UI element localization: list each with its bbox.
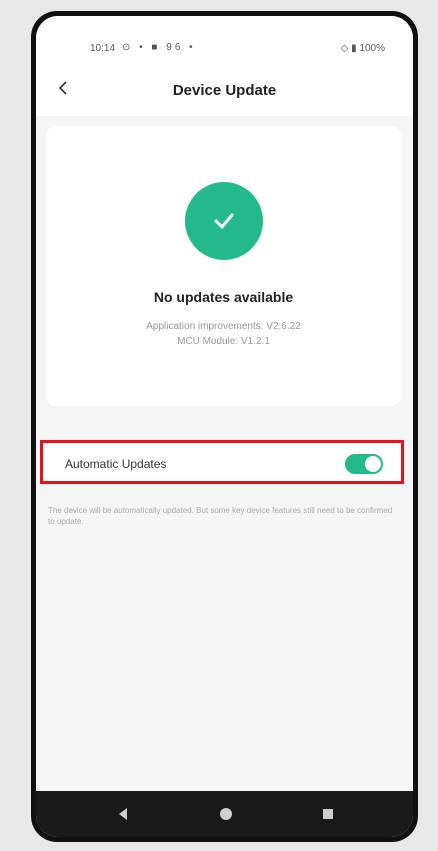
checkmark-icon bbox=[214, 213, 234, 229]
circle-home-icon bbox=[220, 808, 232, 820]
system-back-button[interactable] bbox=[114, 805, 132, 823]
wifi-icon: ◇ bbox=[340, 43, 349, 54]
status-bar: 10:14 ⊙ • ■ 96 • ◇ ▮ 100% bbox=[36, 16, 413, 76]
toggle-knob bbox=[365, 456, 381, 472]
update-status-card: No updates available Application improve… bbox=[46, 126, 401, 406]
system-home-button[interactable] bbox=[217, 805, 235, 823]
page-title: Device Update bbox=[172, 82, 277, 99]
automatic-updates-toggle[interactable] bbox=[345, 454, 383, 474]
update-status-title: No updates available bbox=[153, 289, 294, 305]
screen: 10:14 ⊙ • ■ 96 • ◇ ▮ 100% Device Update bbox=[36, 16, 413, 837]
status-battery: ◇ ▮ 100% bbox=[341, 43, 385, 54]
battery-icon: ▮ bbox=[351, 43, 357, 54]
top-nav-bar: Device Update bbox=[36, 68, 413, 116]
system-recent-button[interactable] bbox=[319, 805, 337, 823]
check-circle-icon bbox=[185, 182, 263, 260]
automatic-updates-note: The device will be automatically updated… bbox=[48, 506, 393, 526]
status-time: 10:14 bbox=[90, 43, 116, 54]
phone-frame: 10:14 ⊙ • ■ 96 • ◇ ▮ 100% Device Update bbox=[31, 11, 418, 842]
triangle-back-icon bbox=[119, 808, 127, 820]
mcu-version: MCU Module: V1.2.1 bbox=[177, 336, 270, 347]
automatic-updates-label: Automatic Updates bbox=[65, 457, 167, 471]
square-recent-icon bbox=[323, 809, 333, 819]
battery-percent: 100% bbox=[359, 43, 385, 54]
application-version: Application improvements: V2.6.22 bbox=[146, 321, 301, 332]
automatic-updates-row[interactable]: Automatic Updates bbox=[40, 440, 404, 484]
status-notification-icons: ⊙ • ■ 96 • bbox=[122, 42, 196, 53]
system-navigation-bar bbox=[36, 791, 413, 837]
